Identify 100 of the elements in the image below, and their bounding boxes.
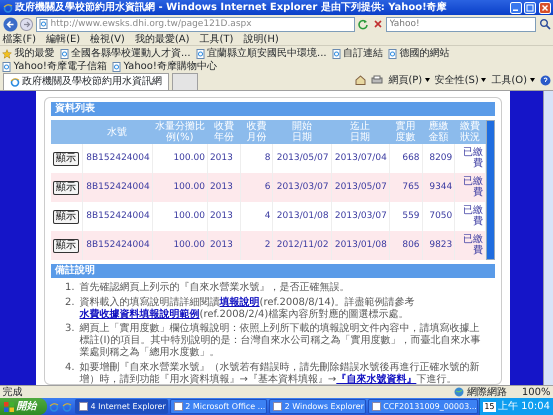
table-cell: 7050 xyxy=(429,211,452,221)
quick-launch-icon[interactable] xyxy=(49,402,59,412)
table-cell: 2013/05/07 xyxy=(334,182,387,192)
window-icon xyxy=(79,402,88,411)
table-cell-text: 已繳費 xyxy=(462,176,483,198)
taskbar-button[interactable]: 2 Microsoft Office ... xyxy=(170,399,268,414)
maximize-icon[interactable] xyxy=(524,2,536,14)
table-cell: 8B152424004 xyxy=(86,153,150,163)
table-cell: 100.00 xyxy=(173,211,205,221)
table-cell: 9823 xyxy=(429,240,452,250)
search-field[interactable]: Yahoo! xyxy=(386,16,536,32)
table-cell: 2013 xyxy=(210,153,233,163)
column-header: 迄止日期 xyxy=(349,121,372,143)
table-cell: 2012/11/02 xyxy=(276,240,329,250)
zone-text: 網際網路 xyxy=(466,386,507,398)
table-scrollbar[interactable] xyxy=(486,120,495,260)
quick-launch-icon[interactable] xyxy=(62,402,72,412)
favorite-link[interactable]: Yahoo!奇摩購物中心 xyxy=(112,60,217,73)
table-cell: 2013/01/08 xyxy=(276,211,329,221)
column-header: 應繳金額 xyxy=(427,121,450,143)
column-header: 收費月份 xyxy=(246,121,268,143)
table-cell: 668 xyxy=(402,153,420,163)
table-cell: 2013 xyxy=(210,182,233,192)
favorite-link[interactable]: 德國的網站 xyxy=(388,47,450,60)
section-header: 資料列表 xyxy=(51,102,495,116)
table-cell: 765 xyxy=(402,182,420,192)
menu-item[interactable]: 說明(H) xyxy=(243,33,279,45)
minimize-icon[interactable] xyxy=(510,2,522,14)
favorite-link[interactable]: Yahoo!奇摩電子信箱 xyxy=(2,60,107,73)
table-cell-text: 已繳費 xyxy=(462,147,483,169)
table-cell: 559 xyxy=(402,211,420,221)
zoom-level[interactable]: 100% xyxy=(522,386,550,398)
taskbar-button[interactable]: CCF20131009_00003... xyxy=(368,399,478,414)
table-cell: 100.00 xyxy=(173,240,205,250)
menu-item[interactable]: 工具(T) xyxy=(200,33,234,45)
column-header: 水量分攤比例(%) xyxy=(154,121,205,143)
table-cell: 100.00 xyxy=(173,153,205,163)
table-cell: 8B152424004 xyxy=(86,240,150,250)
favorite-link[interactable]: 自訂連結 xyxy=(332,47,384,60)
table-cell-text: 已繳費 xyxy=(462,205,483,227)
table-cell: 2013 xyxy=(210,240,233,250)
browser-tab[interactable]: 政府機關及學校節約用水資訊網 xyxy=(2,73,169,90)
column-header: 實用度數 xyxy=(394,121,417,143)
section-header: 備註說明 xyxy=(51,264,495,278)
table-cell: 2013/07/04 xyxy=(334,153,387,163)
list-number: 1. xyxy=(65,282,75,294)
refresh-icon[interactable] xyxy=(357,18,369,30)
table-cell: 2013/05/07 xyxy=(276,153,329,163)
show-button[interactable]: 顯示 xyxy=(53,152,79,166)
window-icon xyxy=(273,402,282,411)
table-cell: 100.00 xyxy=(173,182,205,192)
home-icon[interactable] xyxy=(355,75,366,85)
favorite-link[interactable]: 宜蘭縣立順安國民中環境... xyxy=(196,47,327,60)
column-header: 開始日期 xyxy=(291,121,314,143)
show-button[interactable]: 顯示 xyxy=(53,210,79,224)
menu-item[interactable]: 編輯(E) xyxy=(46,33,80,45)
list-number: 3. xyxy=(65,323,75,336)
help-icon[interactable] xyxy=(540,74,550,86)
calendar-date: 15 xyxy=(483,402,496,412)
back-icon[interactable] xyxy=(2,16,18,32)
stop-icon[interactable] xyxy=(372,18,384,30)
start-button[interactable]: 開始 xyxy=(0,398,46,415)
window-title: 政府機關及學校節約用水資訊網 - Windows Internet Explorer 是由下列提供: Yahoo!奇摩 xyxy=(15,0,448,15)
link[interactable]: 『自來水號資料』 xyxy=(336,374,416,384)
page-scrollbar[interactable] xyxy=(543,91,553,385)
toolbar-menu-button[interactable]: 安全性(S) xyxy=(434,72,486,88)
menu-item[interactable]: 檢視(V) xyxy=(90,33,125,45)
address-field[interactable]: http://www.ewsks.dhi.org.tw/page121D.aspx xyxy=(36,16,354,32)
remark-text: 如要增刪『自來水營業水號』（水號若有錯誤時，請先刪除錯誤水號後再進行正確水號的新增）時，請到功能『用水資料填報』→『基本資料填報』→『自來水號資料』下進行。 xyxy=(80,362,481,386)
table-cell: 2013/01/08 xyxy=(334,240,387,250)
table-cell: 8B152424004 xyxy=(86,182,150,192)
search-icon[interactable] xyxy=(538,18,550,30)
show-button[interactable]: 顯示 xyxy=(53,238,79,252)
column-header: 收費年份 xyxy=(212,121,235,143)
favorite-link[interactable]: 全國各縣學校運動人才資... xyxy=(60,47,191,60)
caret-icon xyxy=(481,78,486,82)
star-icon xyxy=(2,48,12,58)
list-number: 2. xyxy=(65,296,75,310)
favorites-button[interactable]: 我的最愛 xyxy=(2,47,54,60)
caret-icon xyxy=(424,78,430,82)
menu-item[interactable]: 檔案(F) xyxy=(2,33,36,45)
toolbar-menu-button[interactable]: 工具(O) xyxy=(491,72,534,88)
table-cell: 4 xyxy=(264,211,270,221)
show-button[interactable]: 顯示 xyxy=(53,180,79,194)
forward-icon[interactable] xyxy=(20,18,33,30)
taskbar-button[interactable]: 4 Internet Explorer xyxy=(75,399,168,414)
close-icon[interactable] xyxy=(538,2,550,14)
browser-logo-icon xyxy=(2,2,12,12)
status-text: 完成 xyxy=(2,386,22,398)
menu-item[interactable]: 我的最愛(A) xyxy=(134,33,190,45)
globe-icon xyxy=(454,387,464,397)
window-icon xyxy=(174,402,183,411)
print-icon[interactable] xyxy=(371,75,384,85)
table-cell: 2013 xyxy=(210,211,233,221)
toolbar-menu-button[interactable]: 網頁(P) xyxy=(388,72,430,88)
link[interactable]: 水費收據資料填報說明範例 xyxy=(80,308,200,320)
taskbar-button[interactable]: 2 Windows Explorer xyxy=(269,399,366,414)
remark-text: 網頁上「實用度數」欄位填報說明：依照上列所下載的填報說明文件內容中，請填寫收據上標註(I)的項目。其中特別說明的是：台灣自來水公司稱之為「實用度數」，而臺北自來水事業處則稱之為「總用水度數」。 xyxy=(80,323,482,359)
clock: 上午 10:04 xyxy=(498,400,550,414)
link[interactable]: 填報說明 xyxy=(220,296,260,308)
